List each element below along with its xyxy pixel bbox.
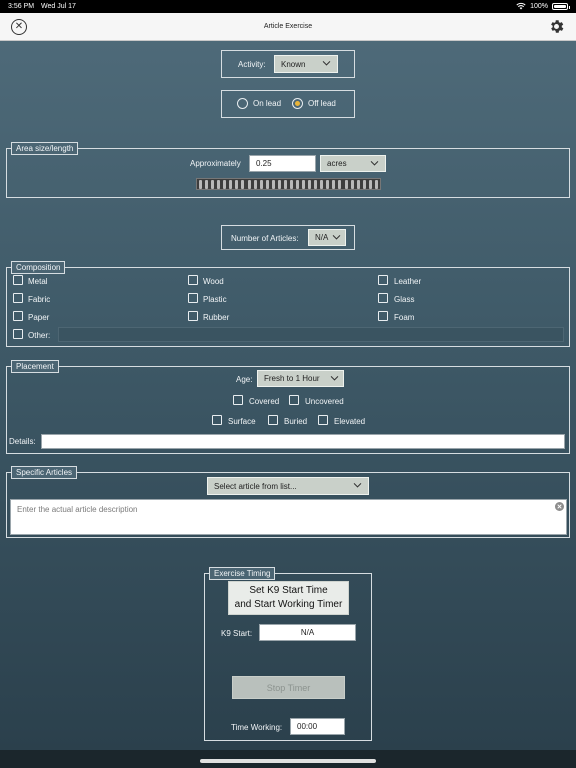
- surface-label: Surface: [228, 417, 256, 426]
- stop-timer-button[interactable]: Stop Timer: [232, 676, 345, 699]
- status-right: 100%: [516, 2, 570, 10]
- start-timer-button[interactable]: Set K9 Start Time and Start Working Time…: [228, 581, 349, 615]
- clear-icon[interactable]: [555, 502, 564, 511]
- composition-fieldset: Composition Metal Wood Leather Fabric Pl…: [6, 261, 570, 347]
- lead-box: On lead Off lead: [221, 90, 355, 118]
- plastic-label: Plastic: [203, 295, 227, 304]
- checkbox-plastic[interactable]: [188, 293, 198, 303]
- age-dropdown[interactable]: Fresh to 1 Hour: [257, 370, 344, 387]
- article-select-dropdown[interactable]: Select article from list...: [207, 477, 369, 495]
- start-timer-line2: and Start Working Timer: [234, 599, 343, 610]
- chevron-down-icon: [353, 483, 362, 488]
- leather-label: Leather: [394, 277, 422, 286]
- specific-legend: Specific Articles: [11, 466, 78, 479]
- k9-start-field: N/A: [259, 624, 356, 641]
- area-value-input[interactable]: 0.25: [249, 155, 316, 172]
- article-select-value: Select article from list...: [214, 481, 297, 491]
- radio-off-lead-label: Off lead: [308, 99, 336, 108]
- articles-count-box: Number of Articles: N/A: [221, 225, 355, 250]
- status-time: 3:56 PM: [8, 3, 35, 10]
- time-working-field: 00:00: [290, 718, 345, 735]
- checkbox-surface[interactable]: [212, 415, 222, 425]
- age-value: Fresh to 1 Hour: [264, 374, 320, 383]
- placement-fieldset: Placement Age: Fresh to 1 Hour Covered U…: [6, 360, 570, 454]
- metal-label: Metal: [28, 277, 48, 286]
- time-working-value: 00:00: [297, 722, 318, 731]
- checkbox-covered[interactable]: [233, 395, 243, 405]
- approx-label: Approximately: [190, 159, 241, 168]
- paper-label: Paper: [28, 313, 50, 322]
- composition-legend: Composition: [11, 261, 66, 274]
- home-indicator[interactable]: [200, 759, 376, 763]
- area-slider[interactable]: [196, 178, 381, 190]
- checkbox-buried[interactable]: [268, 415, 278, 425]
- battery-percent: 100%: [530, 2, 548, 10]
- battery-icon: [552, 2, 570, 10]
- other-input[interactable]: [58, 327, 564, 342]
- other-label: Other:: [28, 331, 51, 340]
- radio-off-lead[interactable]: [292, 98, 303, 109]
- activity-dropdown[interactable]: Known: [274, 55, 338, 73]
- article-description-input[interactable]: Enter the actual article description: [10, 499, 567, 535]
- age-label: Age:: [236, 375, 253, 384]
- chevron-down-icon: [332, 234, 341, 240]
- checkbox-paper[interactable]: [13, 311, 23, 321]
- checkbox-rubber[interactable]: [188, 311, 198, 321]
- buried-label: Buried: [284, 417, 308, 426]
- wifi-icon: [516, 2, 526, 10]
- details-input[interactable]: [41, 434, 565, 449]
- chevron-down-icon: [330, 375, 339, 381]
- articles-count-dropdown[interactable]: N/A: [308, 229, 346, 246]
- timing-fieldset: Exercise Timing Set K9 Start Time and St…: [204, 567, 372, 741]
- chevron-down-icon: [370, 160, 379, 166]
- checkbox-other[interactable]: [13, 329, 23, 339]
- details-label: Details:: [9, 437, 36, 446]
- radio-on-lead-label: On lead: [253, 99, 282, 108]
- status-bar: 3:56 PM Wed Jul 17 100%: [0, 0, 576, 13]
- activity-label: Activity:: [238, 60, 266, 69]
- time-working-label: Time Working:: [231, 723, 283, 732]
- uncovered-label: Uncovered: [305, 397, 344, 406]
- k9-start-label: K9 Start:: [221, 629, 253, 638]
- chevron-down-icon: [322, 61, 331, 66]
- gear-icon[interactable]: [548, 18, 565, 35]
- checkbox-uncovered[interactable]: [289, 395, 299, 405]
- activity-box: Activity: Known: [221, 50, 355, 78]
- nav-bar: ✕ Article Exercise: [0, 13, 576, 41]
- checkbox-fabric[interactable]: [13, 293, 23, 303]
- area-legend: Area size/length: [11, 142, 79, 155]
- fabric-label: Fabric: [28, 295, 51, 304]
- activity-value: Known: [281, 59, 306, 69]
- area-unit-dropdown[interactable]: acres: [320, 155, 386, 172]
- radio-on-lead[interactable]: [237, 98, 248, 109]
- stop-timer-label: Stop Timer: [266, 682, 311, 693]
- checkbox-foam[interactable]: [378, 311, 388, 321]
- articles-count-value: N/A: [315, 233, 329, 242]
- area-unit-value: acres: [327, 159, 347, 168]
- foam-label: Foam: [394, 313, 415, 322]
- timing-legend: Exercise Timing: [209, 567, 276, 580]
- glass-label: Glass: [394, 295, 415, 304]
- checkbox-metal[interactable]: [13, 275, 23, 285]
- elevated-label: Elevated: [334, 417, 366, 426]
- covered-label: Covered: [249, 397, 280, 406]
- article-description-placeholder: Enter the actual article description: [17, 505, 138, 514]
- checkbox-leather[interactable]: [378, 275, 388, 285]
- area-value: 0.25: [256, 159, 272, 168]
- start-timer-line1: Set K9 Start Time: [249, 585, 328, 596]
- page-title: Article Exercise: [263, 23, 313, 30]
- checkbox-wood[interactable]: [188, 275, 198, 285]
- area-fieldset: Area size/length Approximately 0.25 acre…: [6, 142, 570, 198]
- k9-start-value: N/A: [300, 628, 315, 637]
- checkbox-elevated[interactable]: [318, 415, 328, 425]
- rubber-label: Rubber: [203, 313, 230, 322]
- checkbox-glass[interactable]: [378, 293, 388, 303]
- wood-label: Wood: [203, 277, 224, 286]
- specific-fieldset: Specific Articles Select article from li…: [6, 466, 570, 538]
- placement-legend: Placement: [11, 360, 59, 373]
- status-date: Wed Jul 17: [41, 3, 76, 10]
- articles-count-label: Number of Articles:: [231, 234, 299, 243]
